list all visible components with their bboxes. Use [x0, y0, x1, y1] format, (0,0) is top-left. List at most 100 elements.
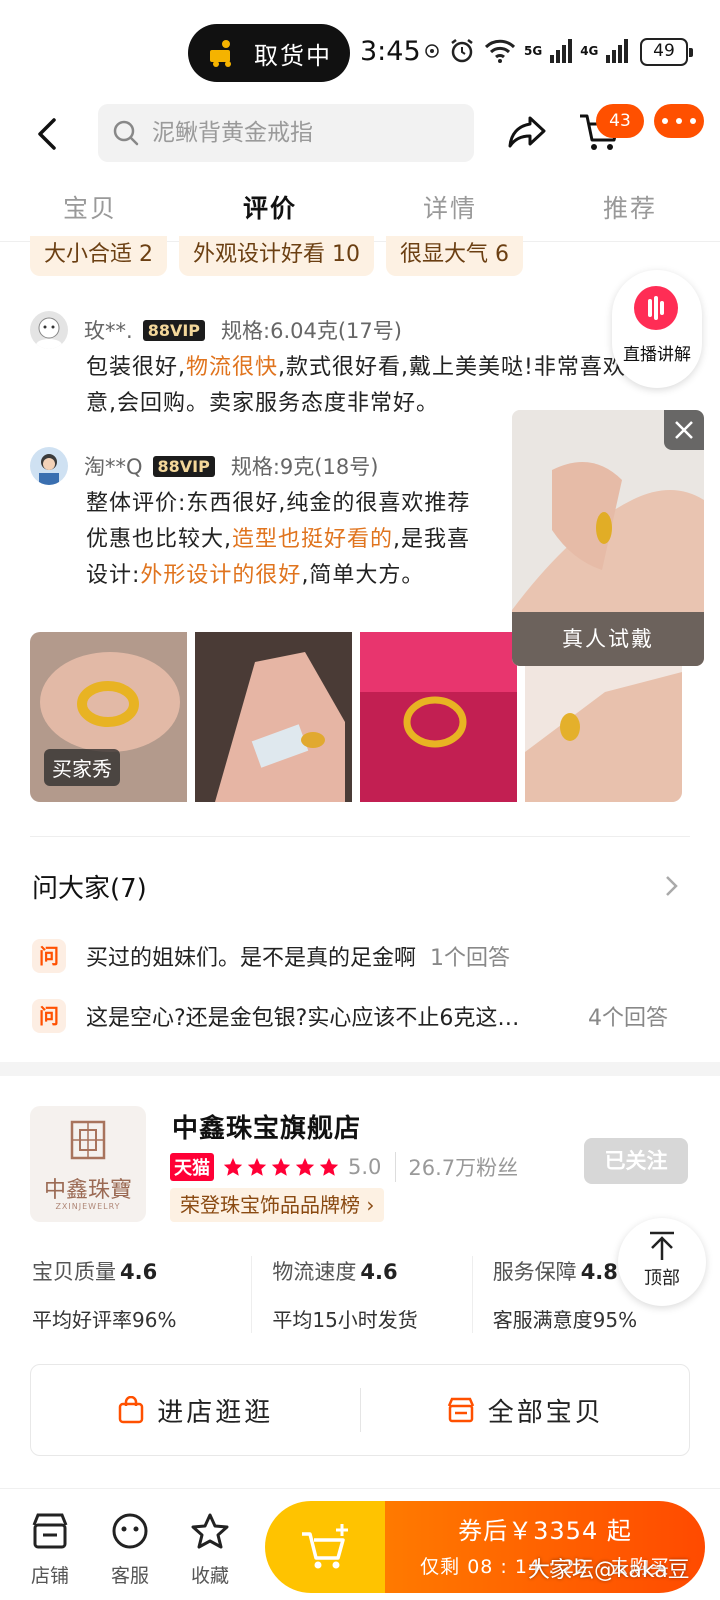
star-icon [295, 1157, 315, 1176]
clock: 3:45 [360, 36, 421, 67]
qa-question: 买过的姐妹们。是不是真的足金啊 [86, 946, 417, 971]
review-spec: 规格:6.04克(17号) [221, 319, 402, 343]
try-on-video[interactable]: 真人试戴 [512, 410, 704, 666]
network-4g: 4G [580, 44, 599, 58]
pickup-label: 取货中 [254, 41, 332, 70]
store-logo-text: 中鑫珠寶 [43, 1178, 132, 1203]
status-bar: 取货中 3:45 5G 4G 49 [0, 0, 720, 96]
store-logo-subtext: ZXINJEWELRY [55, 1202, 121, 1211]
tab-details[interactable]: 详情 [360, 186, 540, 241]
question-badge: 问 [32, 939, 66, 973]
review-highlight: 物流很快 [186, 355, 279, 380]
review-photo[interactable] [360, 632, 517, 802]
all-items-button[interactable]: 全部宝贝 [361, 1392, 690, 1429]
arrow-up-icon [650, 1231, 674, 1260]
rating-stars [222, 1156, 340, 1178]
status-icons: 5G 4G [424, 36, 629, 66]
delivery-icon [210, 40, 231, 67]
question-badge: 问 [32, 999, 66, 1033]
qa-answer-count: 1个回答 [430, 946, 511, 971]
avatar [30, 311, 68, 349]
bag-icon [118, 1396, 144, 1424]
cart-count-badge: 43 [596, 104, 644, 138]
divider [30, 836, 690, 837]
store-logo[interactable]: 中鑫珠寶 ZXINJEWELRY [30, 1106, 146, 1222]
search-bar[interactable] [98, 104, 474, 162]
coupon-price: 券后￥3354 起 [458, 1517, 632, 1545]
store-emblem-icon [70, 1120, 106, 1160]
wifi-icon [484, 39, 516, 63]
review-tag[interactable]: 很显大气 6 [386, 236, 523, 276]
reviewer-name: 玫**. [84, 319, 133, 343]
review-photo[interactable] [195, 632, 352, 802]
qa-item[interactable]: 问 这是空心?还是金包银?实心应该不止6克这… 4个回答 [32, 996, 692, 1036]
review-tag[interactable]: 大小合适 2 [30, 236, 167, 276]
review-tag[interactable]: 外观设计好看 10 [179, 236, 374, 276]
live-icon [634, 286, 678, 330]
product-tabs: 宝贝 评价 详情 推荐 [0, 186, 720, 242]
store-name[interactable]: 中鑫珠宝旗舰店 [172, 1108, 361, 1145]
signal-icon [550, 39, 573, 63]
store-rank-badge[interactable]: 荣登珠宝饰品品牌榜 › [170, 1188, 385, 1222]
store-icon [32, 1513, 68, 1549]
chat-face-icon [112, 1513, 148, 1549]
visit-store-button[interactable]: 进店逛逛 [31, 1392, 360, 1429]
follow-button[interactable]: 已关注 [584, 1138, 688, 1184]
qa-item[interactable]: 问 买过的姐妹们。是不是真的足金啊 1个回答 [32, 936, 692, 976]
more-menu-button[interactable] [654, 104, 704, 138]
star-icon [247, 1157, 267, 1176]
star-outline-icon [191, 1513, 229, 1549]
pickup-status-pill[interactable]: 取货中 [188, 24, 350, 82]
close-icon[interactable] [664, 410, 704, 450]
store-rating: 5.0 [348, 1155, 382, 1179]
store-meta: 天猫 5.0 26.7万粉丝 [170, 1152, 518, 1182]
back-arrow-icon[interactable] [30, 114, 66, 154]
store-metrics: 宝贝质量 4.6 平均好评率96% 物流速度 4.6 平均15小时发货 服务保障 4.… [32, 1256, 692, 1333]
qa-title[interactable]: 问大家(7) [32, 868, 147, 905]
review-spec: 规格:9克(18号) [230, 455, 379, 479]
qa-question: 这是空心?还是金包银?实心应该不止6克这… [86, 1006, 520, 1031]
tab-reviews[interactable]: 评价 [180, 186, 360, 241]
search-input[interactable] [152, 120, 452, 146]
qa-answer-count: 4个回答 [588, 1006, 668, 1031]
network-5g: 5G [524, 44, 543, 58]
signal-icon [606, 39, 629, 63]
review-highlight: 外形设计的很好 [140, 563, 302, 588]
review-highlight: 造型也挺好看的 [232, 527, 394, 552]
vip-badge: 88VIP [152, 455, 215, 477]
section-separator [0, 1062, 720, 1076]
add-to-cart-button[interactable] [265, 1501, 385, 1593]
nfc-icon [425, 44, 439, 58]
battery-indicator: 49 [640, 38, 693, 66]
favorite-button[interactable]: 收藏 [180, 1511, 240, 1588]
review-item[interactable]: 玫**. 88VIP 规格:6.04克(17号) 包装很好,物流很快,款式很好看… [30, 310, 670, 422]
search-icon [113, 120, 139, 146]
watermark: 大家坛@kaka豆 [528, 1558, 690, 1583]
reviewer-name: 淘**Q [84, 455, 143, 479]
shop-button[interactable]: 店铺 [20, 1511, 80, 1588]
live-explain-button[interactable]: 直播讲解 [612, 270, 702, 388]
alarm-icon [451, 39, 473, 63]
metric-quality: 宝贝质量 4.6 平均好评率96% [32, 1260, 177, 1332]
store-icon [447, 1397, 474, 1423]
back-to-top-label: 顶部 [644, 1268, 680, 1289]
tmall-badge: 天猫 [170, 1153, 214, 1181]
store-actions: 进店逛逛 全部宝贝 [30, 1364, 690, 1456]
chevron-right-icon[interactable] [664, 874, 680, 898]
customer-service-button[interactable]: 客服 [100, 1511, 160, 1588]
star-icon [223, 1157, 243, 1176]
tab-recommend[interactable]: 推荐 [540, 186, 720, 241]
back-to-top-button[interactable]: 顶部 [618, 1218, 706, 1306]
vip-badge: 88VIP [142, 319, 206, 341]
buyer-show-label: 买家秀 [44, 749, 120, 786]
live-label: 直播讲解 [623, 345, 691, 365]
cart-plus-icon [302, 1524, 348, 1569]
avatar [30, 447, 68, 485]
try-on-label: 真人试戴 [512, 612, 704, 666]
tab-item[interactable]: 宝贝 [0, 186, 180, 241]
review-photo[interactable]: 买家秀 [30, 632, 187, 802]
store-fans: 26.7万粉丝 [395, 1152, 518, 1182]
review-tags: 大小合适 2 外观设计好看 10 很显大气 6 [30, 236, 523, 276]
star-icon [319, 1157, 339, 1176]
share-icon[interactable] [506, 112, 548, 152]
